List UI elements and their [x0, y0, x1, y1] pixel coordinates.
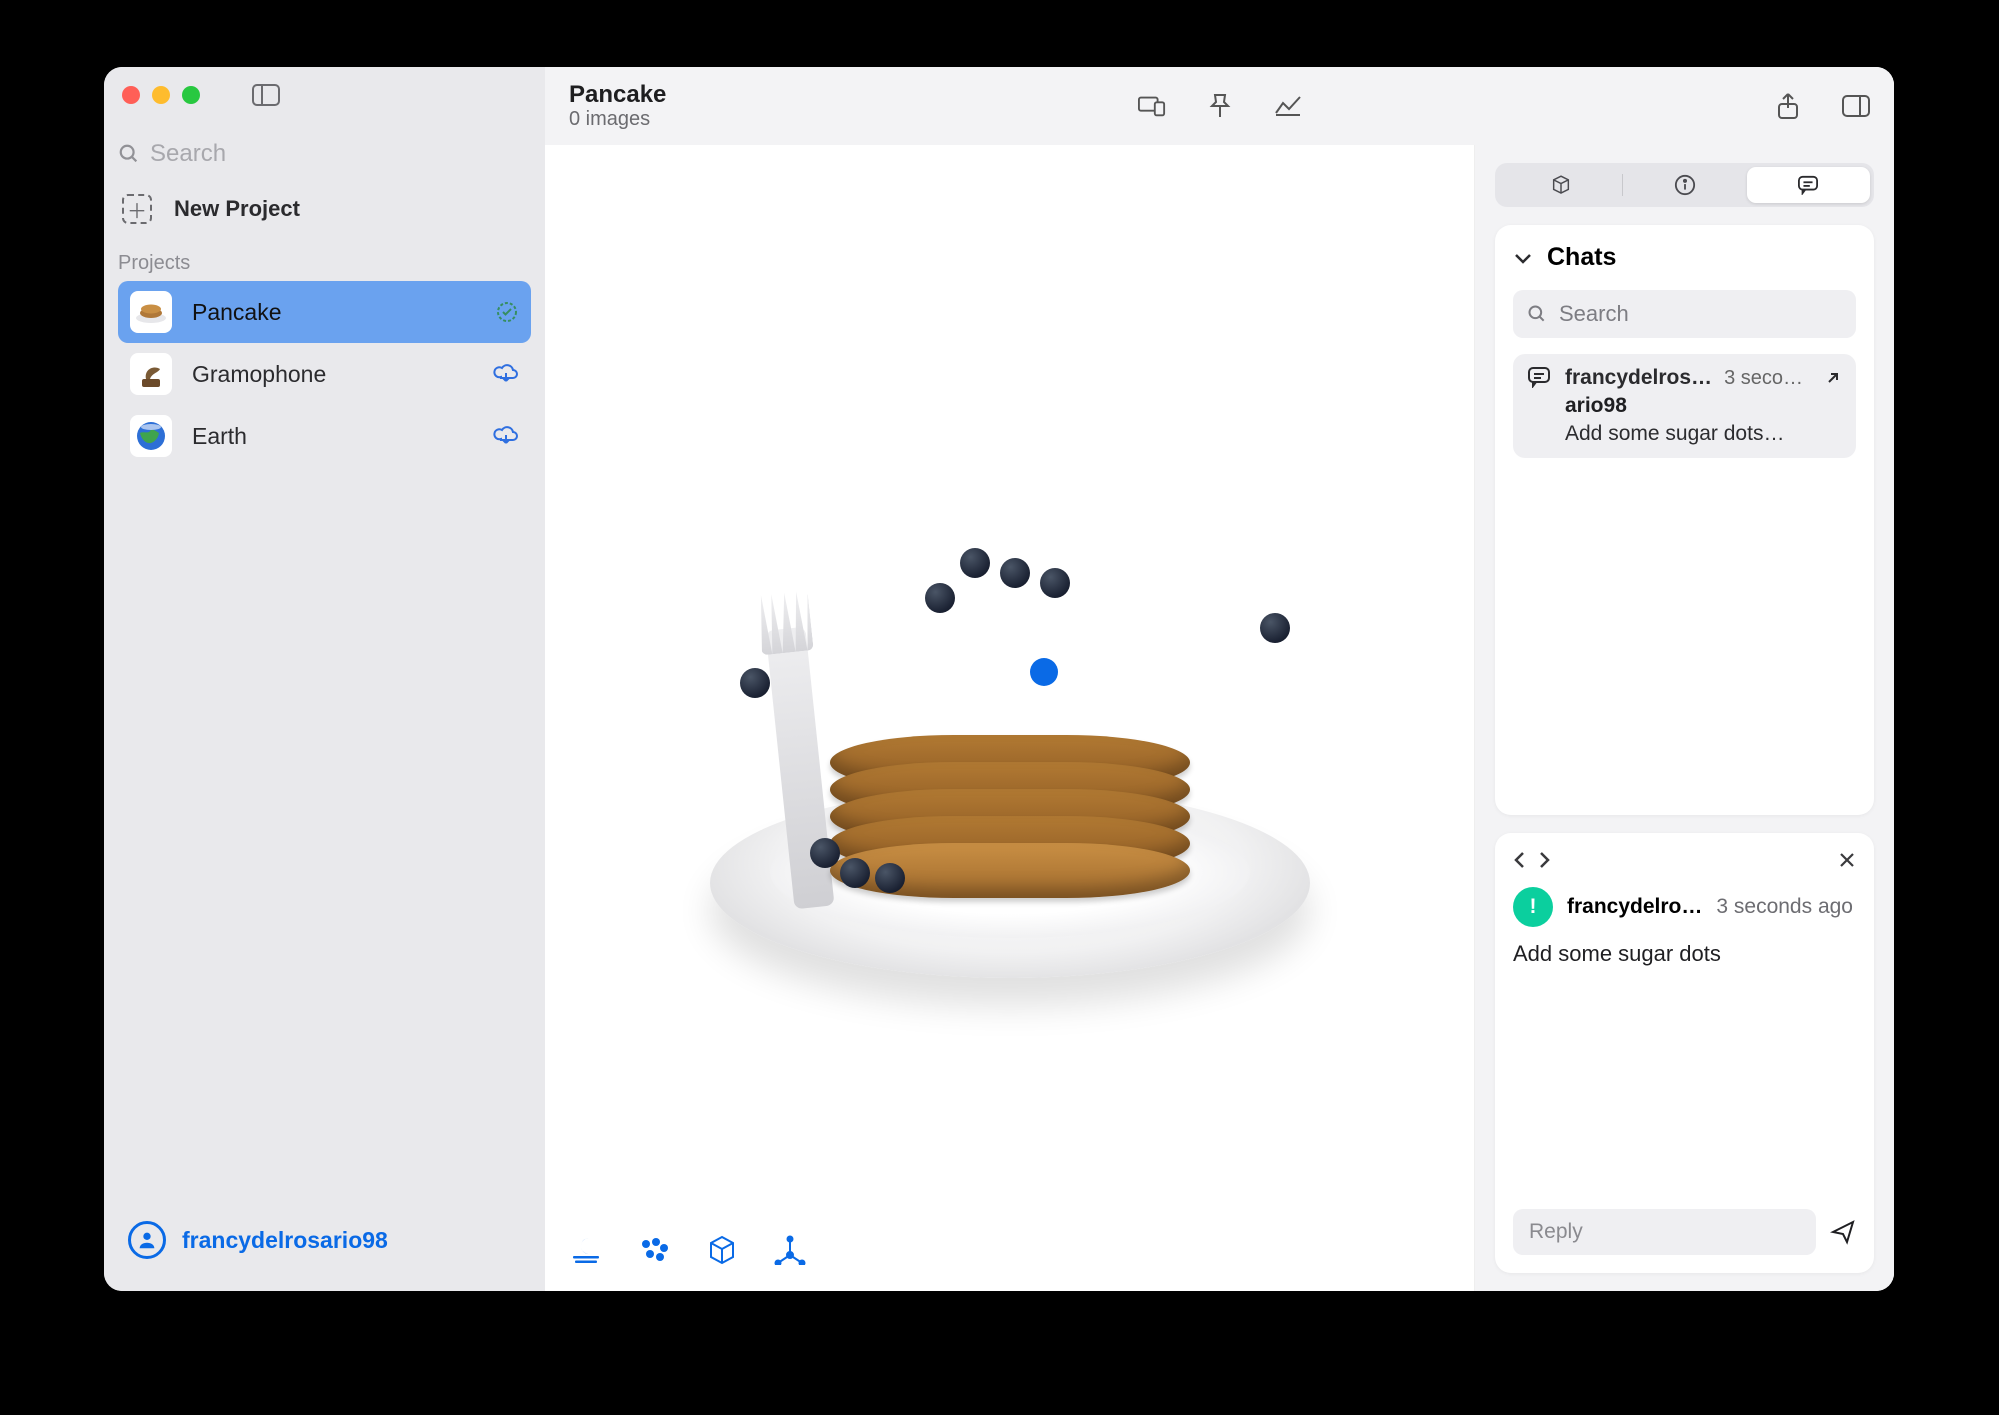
thread-message-header: ! francydelro… 3 seconds ago: [1513, 887, 1856, 927]
window-titlebar: [104, 67, 545, 122]
new-project-button[interactable]: ＋ New Project: [118, 186, 531, 232]
device-preview-button[interactable]: [1138, 92, 1166, 120]
traffic-lights: [122, 86, 200, 104]
project-name: Earth: [192, 423, 473, 450]
close-window-button[interactable]: [122, 86, 140, 104]
send-button[interactable]: [1830, 1219, 1856, 1245]
zoom-window-button[interactable]: [182, 86, 200, 104]
lighting-button[interactable]: [569, 1233, 603, 1267]
project-item-pancake[interactable]: Pancake: [118, 281, 531, 343]
point-cloud-button[interactable]: [637, 1233, 671, 1267]
current-user-name: francydelrosario98: [182, 1227, 388, 1254]
new-project-label: New Project: [174, 196, 300, 222]
chat-list-item[interactable]: francydelros… 3 seconds a… ario98 Add so…: [1513, 354, 1856, 458]
pin-button[interactable]: [1206, 92, 1234, 120]
project-thumb: [130, 415, 172, 457]
project-title: Pancake: [569, 81, 666, 109]
thread-next-button[interactable]: [1537, 851, 1551, 869]
cloud-download-icon[interactable]: [493, 363, 519, 385]
chats-label: Chats: [1547, 243, 1616, 272]
chats-card: Chats Search francydelros… 3 s: [1495, 225, 1874, 815]
tab-3d[interactable]: [1499, 167, 1622, 203]
app-window: Search ＋ New Project Projects Pancake: [104, 67, 1894, 1291]
thread-user-avatar: !: [1513, 887, 1553, 927]
current-user[interactable]: francydelrosario98: [104, 1199, 545, 1291]
annotation-marker[interactable]: [1030, 658, 1058, 686]
thread-card: ! francydelro… 3 seconds ago Add some su…: [1495, 833, 1874, 1273]
thread-message: Add some sugar dots: [1513, 941, 1856, 967]
sidebar-search-placeholder: Search: [150, 140, 226, 168]
stats-button[interactable]: [1274, 92, 1302, 120]
chat-preview: Add some sugar dots…: [1565, 422, 1842, 446]
chat-user: francydelros…: [1565, 366, 1712, 390]
chat-user-line2: ario98: [1565, 394, 1842, 418]
search-icon: [118, 143, 140, 165]
sidebar-search[interactable]: Search: [118, 140, 531, 168]
title-block: Pancake 0 images: [569, 81, 666, 132]
open-thread-icon[interactable]: [1824, 369, 1842, 387]
toolbar: Pancake 0 images: [545, 67, 1894, 145]
projects-section-label: Projects: [118, 252, 531, 275]
user-avatar-icon: [128, 1221, 166, 1259]
search-icon: [1527, 304, 1547, 324]
chat-time: 3 seconds a…: [1724, 367, 1812, 390]
thread-nav: [1513, 851, 1551, 869]
right-panel-tabs: [1495, 163, 1874, 207]
project-item-gramophone[interactable]: Gramophone: [118, 343, 531, 405]
project-list: Pancake Gramophone Earth: [104, 281, 545, 467]
main-area: Pancake 0 images: [545, 67, 1894, 1291]
thread-time: 3 seconds ago: [1716, 895, 1853, 919]
cloud-download-icon[interactable]: [493, 425, 519, 447]
toolbar-right: [1774, 92, 1870, 120]
toggle-sidebar-button[interactable]: [252, 81, 280, 109]
project-thumb: [130, 353, 172, 395]
chats-search[interactable]: Search: [1513, 290, 1856, 338]
sync-complete-icon: [495, 300, 519, 324]
chats-search-placeholder: Search: [1559, 301, 1629, 327]
thread-close-button[interactable]: [1838, 851, 1856, 869]
project-name: Gramophone: [192, 361, 473, 388]
share-button[interactable]: [1774, 92, 1802, 120]
plus-dashed-icon: ＋: [122, 194, 152, 224]
project-name: Pancake: [192, 299, 475, 326]
thread-prev-button[interactable]: [1513, 851, 1527, 869]
mesh-button[interactable]: [705, 1233, 739, 1267]
right-panel: Chats Search francydelros… 3 s: [1474, 145, 1894, 1291]
model-preview: [700, 458, 1320, 978]
3d-viewport[interactable]: [545, 145, 1474, 1291]
toggle-right-panel-button[interactable]: [1842, 92, 1870, 120]
chats-header[interactable]: Chats: [1513, 243, 1856, 272]
reply-input[interactable]: [1513, 1209, 1816, 1255]
tab-info[interactable]: [1623, 167, 1746, 203]
axes-button[interactable]: [773, 1233, 807, 1267]
sidebar: Search ＋ New Project Projects Pancake: [104, 67, 545, 1291]
project-item-earth[interactable]: Earth: [118, 405, 531, 467]
toolbar-center: [1138, 92, 1302, 120]
chat-bubble-icon: [1527, 366, 1551, 388]
tab-chat[interactable]: [1747, 167, 1870, 203]
thread-user: francydelro…: [1567, 895, 1702, 919]
minimize-window-button[interactable]: [152, 86, 170, 104]
chevron-down-icon: [1513, 251, 1533, 265]
project-thumb: [130, 291, 172, 333]
project-subtitle: 0 images: [569, 108, 666, 131]
viewer-tools: [569, 1233, 807, 1267]
